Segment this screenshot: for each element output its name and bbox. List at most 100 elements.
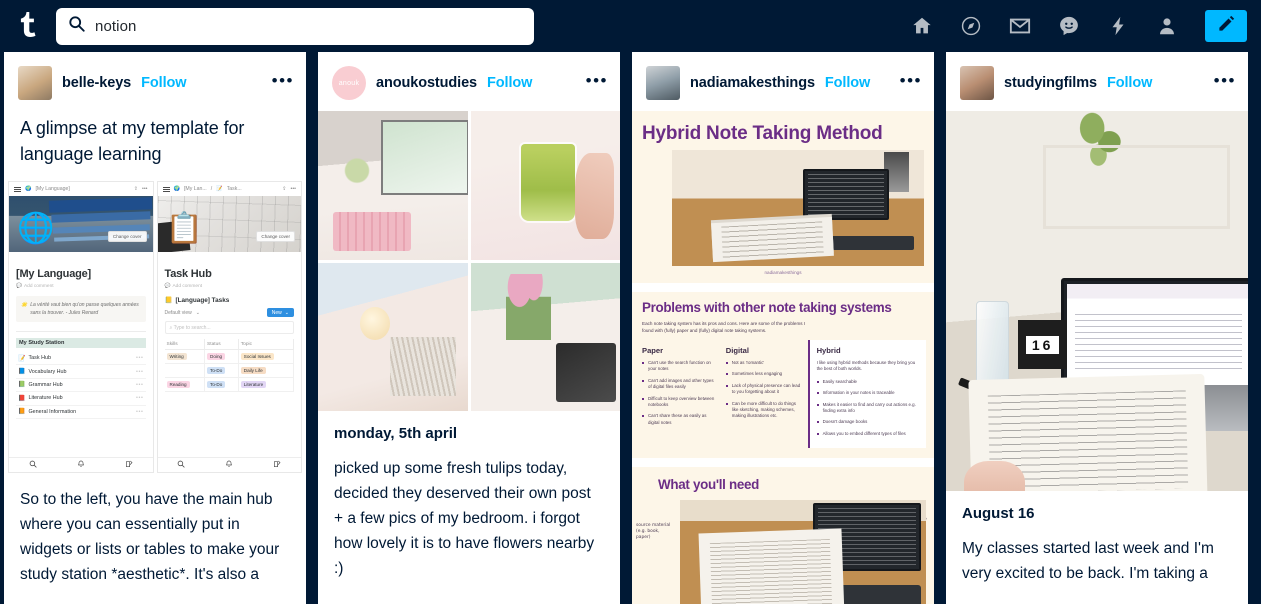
avatar[interactable] [18,66,52,100]
database-table: Skills Status Topic Writing Doing Social… [164,339,295,392]
follow-button[interactable]: Follow [487,75,532,91]
share-icon[interactable]: ⇪ [282,186,286,192]
person-account-icon[interactable] [1153,12,1181,40]
breadcrumb-separator: / [210,186,213,192]
search-results-board: belle-keys Follow ••• A glimpse at my te… [0,52,1261,604]
follow-button[interactable]: Follow [141,75,186,91]
post-body-text: So to the left, you have the main hub wh… [20,491,280,583]
follow-button[interactable]: Follow [825,75,870,91]
new-row-button[interactable]: New ⌄ [266,308,294,317]
row-menu-icon[interactable]: ••• [136,395,143,401]
lightning-activity-icon[interactable] [1104,12,1132,40]
notion-topbar-actions: ⇪ ••• [134,186,148,192]
post-menu-icon[interactable]: ••• [900,72,922,91]
blog-name[interactable]: anoukostudies [376,75,477,91]
photo-matcha-drink[interactable] [470,111,620,260]
bell-notification-icon[interactable] [225,460,233,470]
compass-explore-icon[interactable] [957,12,985,40]
row-menu-icon[interactable]: ••• [136,355,143,361]
blog-name[interactable]: studyingfilms [1004,75,1097,91]
column-header-topic[interactable]: Topic [238,339,295,350]
search-input[interactable] [95,17,522,35]
page-icon-clipboard: 📋 [165,212,203,245]
search-icon[interactable] [177,460,186,470]
notion-list-item[interactable]: 📙 General Information ••• [16,406,146,419]
column-digital: Digital Not as 'romantic' Sometimes less… [725,346,802,448]
notion-page-body: Task Hub 💬 Add comment 📒 [Language] Task… [158,252,302,457]
infographic-slide-what-you-need[interactable]: What you'll need source material (e.g. b… [632,467,934,604]
blog-name[interactable]: nadiamakesthings [690,75,815,91]
post-card-studyingfilms: studyingfilms Follow ••• 16 August 16 My… [946,52,1248,604]
post-menu-icon[interactable]: ••• [586,72,608,91]
column-header-status[interactable]: Status [204,339,239,350]
search-box[interactable] [56,7,534,45]
compose-button[interactable] [1205,10,1247,42]
list-item: Doesn't damage books [816,419,920,425]
notion-item-label: Grammar Hub [28,381,63,388]
add-comment-row[interactable]: 💬 Add comment [165,284,295,289]
list-item: Can't use the search function on your no… [642,360,718,373]
follow-button[interactable]: Follow [1107,75,1152,91]
notion-list-item[interactable]: 📘 Vocabulary Hub ••• [16,365,146,379]
infographic-slide-comparison[interactable]: Problems with other note taking systems … [632,292,934,458]
photo-study-desk-laptop[interactable]: 16 [946,111,1248,491]
more-options-icon[interactable]: ••• [291,186,296,192]
notion-callout-quote: 🌟 La vérité vaut bien qu'on passe quelqu… [16,296,146,322]
home-icon[interactable] [908,12,936,40]
table-row[interactable]: To-Do Daily Life [164,363,295,378]
hamburger-menu-icon[interactable] [162,186,170,192]
blog-name[interactable]: belle-keys [62,75,131,91]
notion-bottom-bar [9,457,153,472]
photo-bedside-table[interactable] [318,262,468,411]
chip-status: To-Do [207,367,226,374]
photo-grid [318,111,620,411]
change-cover-button[interactable]: Change cover [256,231,295,242]
new-page-icon[interactable] [273,460,281,470]
divider [16,331,146,332]
notion-screenshot-task-hub[interactable]: 🌍 [My Lan... / 📝 Task... ⇪ ••• Change co… [156,181,302,473]
notion-list-item[interactable]: 📕 Literature Hub ••• [16,392,146,406]
change-cover-button[interactable]: Change cover [107,231,147,242]
photo-desk-pink-keyboard[interactable] [318,111,468,260]
photo-desk-tulips[interactable] [470,262,620,411]
table-row[interactable]: Reading To-Do Literature [164,377,295,392]
avatar[interactable] [960,66,994,100]
row-menu-icon[interactable]: ••• [136,382,143,388]
notion-item-label: Task Hub [28,355,51,362]
post-menu-icon[interactable]: ••• [1214,72,1236,91]
annotation-source-material: source material (e.g. book, paper) [636,523,671,541]
new-page-icon[interactable] [125,460,133,470]
search-icon[interactable] [29,460,37,470]
notion-breadcrumb[interactable]: [My Language] [35,186,69,192]
row-menu-icon[interactable]: ••• [136,369,143,375]
post-body-text: picked up some fresh tulips today, decid… [334,460,595,577]
database-search-input[interactable]: ⌕ Type to search... [164,321,294,334]
post-menu-icon[interactable]: ••• [272,72,294,91]
bell-notification-icon[interactable] [77,460,85,470]
open-notebook [711,216,835,263]
notion-breadcrumb[interactable]: [My Lan... [184,186,207,192]
row-menu-icon[interactable]: ••• [136,409,143,415]
needs-title: What you'll need [658,477,760,493]
notion-breadcrumb-2[interactable]: Task... [227,186,242,192]
notion-screenshot-my-language[interactable]: 🌍 [My Language] ⇪ ••• Change cover 🌐 [My… [8,181,154,473]
quote-text: La vérité vaut bien qu'on passe quelques… [30,302,139,316]
avatar[interactable] [646,66,680,100]
hamburger-menu-icon[interactable] [14,186,21,192]
notion-page-title: [My Language] [16,268,92,280]
infographic-slide-title[interactable]: Hybrid Note Taking Method nadiamakesthin… [632,111,934,283]
share-icon[interactable]: ⇪ [134,186,138,192]
envelope-inbox-icon[interactable] [1006,12,1034,40]
notion-list-item[interactable]: 📗 Grammar Hub ••• [16,379,146,393]
view-selector[interactable]: Default view [165,310,192,316]
chevron-down-icon[interactable]: ⌄ [285,310,289,316]
chat-smiley-icon[interactable] [1055,12,1083,40]
chevron-down-icon[interactable]: ⌄ [196,310,200,316]
more-options-icon[interactable]: ••• [142,186,147,192]
column-header-skills[interactable]: Skills [164,339,206,350]
avatar[interactable]: anouk [332,66,366,100]
add-comment-row[interactable]: 💬 Add comment [16,284,146,289]
notion-list-item[interactable]: 📝 Task Hub ••• [16,352,146,366]
table-row[interactable]: Writing Doing Social Issues [164,349,295,364]
tumblr-logo-icon[interactable] [14,9,40,43]
